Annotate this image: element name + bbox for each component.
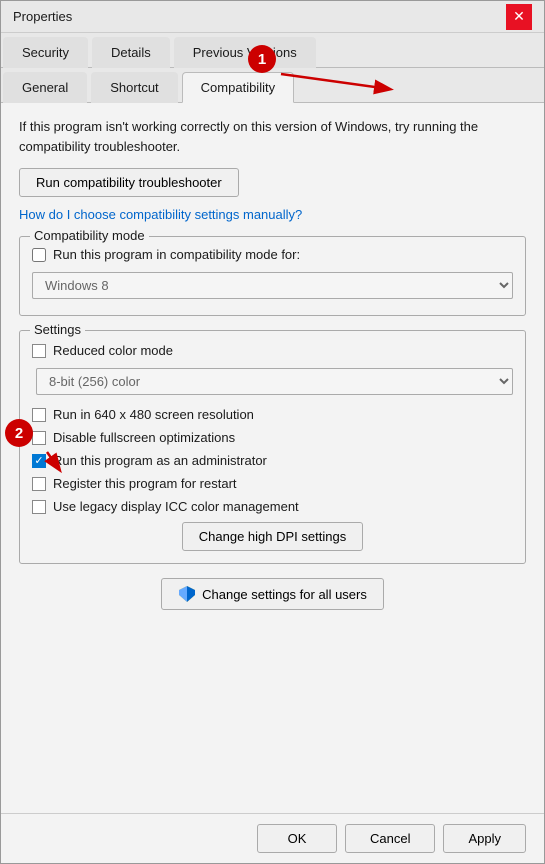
setting-disable-fullscreen: Disable fullscreen optimizations [32, 430, 513, 445]
change-dpi-button[interactable]: Change high DPI settings [182, 522, 363, 551]
change-all-users-button[interactable]: Change settings for all users [161, 578, 384, 610]
compatibility-mode-dropdown[interactable]: Windows 8 Windows 7 Windows Vista Window… [32, 272, 513, 299]
setting-register-restart: Register this program for restart [32, 476, 513, 491]
compatibility-mode-checkbox[interactable] [32, 248, 46, 262]
register-restart-label: Register this program for restart [53, 476, 237, 491]
change-all-label: Change settings for all users [202, 587, 367, 602]
legacy-icc-label: Use legacy display ICC color management [53, 499, 299, 514]
run-as-admin-checkbox[interactable]: ✓ [32, 454, 46, 468]
ok-button[interactable]: OK [257, 824, 337, 853]
color-depth-dropdown[interactable]: 8-bit (256) color [36, 368, 513, 395]
640x480-label: Run in 640 x 480 screen resolution [53, 407, 254, 422]
settings-group-label: Settings [30, 322, 85, 337]
tab-previous-versions[interactable]: Previous Versions [174, 37, 316, 68]
tab-general[interactable]: General [3, 72, 87, 103]
properties-window: 1 2 Properties ✕ Security Details Previo… [0, 0, 545, 864]
apply-button[interactable]: Apply [443, 824, 526, 853]
setting-legacy-icc: Use legacy display ICC color management [32, 499, 513, 514]
tab-content: If this program isn't working correctly … [1, 103, 544, 813]
tab-details[interactable]: Details [92, 37, 170, 68]
compatibility-mode-checkbox-row: Run this program in compatibility mode f… [32, 247, 513, 262]
compatibility-mode-group: Compatibility mode Run this program in c… [19, 236, 526, 316]
close-button[interactable]: ✕ [506, 4, 532, 30]
shield-icon [178, 585, 196, 603]
disable-fullscreen-checkbox[interactable] [32, 431, 46, 445]
register-restart-checkbox[interactable] [32, 477, 46, 491]
disable-fullscreen-label: Disable fullscreen optimizations [53, 430, 235, 445]
setting-640x480: Run in 640 x 480 screen resolution [32, 407, 513, 422]
window-title: Properties [13, 9, 72, 24]
help-link[interactable]: How do I choose compatibility settings m… [19, 207, 526, 222]
640x480-checkbox[interactable] [32, 408, 46, 422]
tab-shortcut[interactable]: Shortcut [91, 72, 177, 103]
annotation-badge-2: 2 [5, 419, 33, 447]
reduced-color-label: Reduced color mode [53, 343, 173, 358]
run-troubleshooter-button[interactable]: Run compatibility troubleshooter [19, 168, 239, 197]
title-bar: Properties ✕ [1, 1, 544, 33]
compatibility-mode-checkbox-label: Run this program in compatibility mode f… [53, 247, 300, 262]
legacy-icc-checkbox[interactable] [32, 500, 46, 514]
tabs-row-2: General Shortcut Compatibility [1, 68, 544, 103]
setting-reduced-color: Reduced color mode [32, 343, 513, 358]
reduced-color-checkbox[interactable] [32, 344, 46, 358]
tab-security[interactable]: Security [3, 37, 88, 68]
annotation-badge-1: 1 [248, 45, 276, 73]
cancel-button[interactable]: Cancel [345, 824, 435, 853]
description-text: If this program isn't working correctly … [19, 117, 526, 156]
compatibility-mode-label: Compatibility mode [30, 228, 149, 243]
footer: OK Cancel Apply [1, 813, 544, 863]
setting-run-as-admin: ✓ Run this program as an administrator [32, 453, 513, 468]
tab-compatibility[interactable]: Compatibility [182, 72, 294, 103]
run-as-admin-label: Run this program as an administrator [53, 453, 267, 468]
settings-group: Settings Reduced color mode 8-bit (256) … [19, 330, 526, 564]
